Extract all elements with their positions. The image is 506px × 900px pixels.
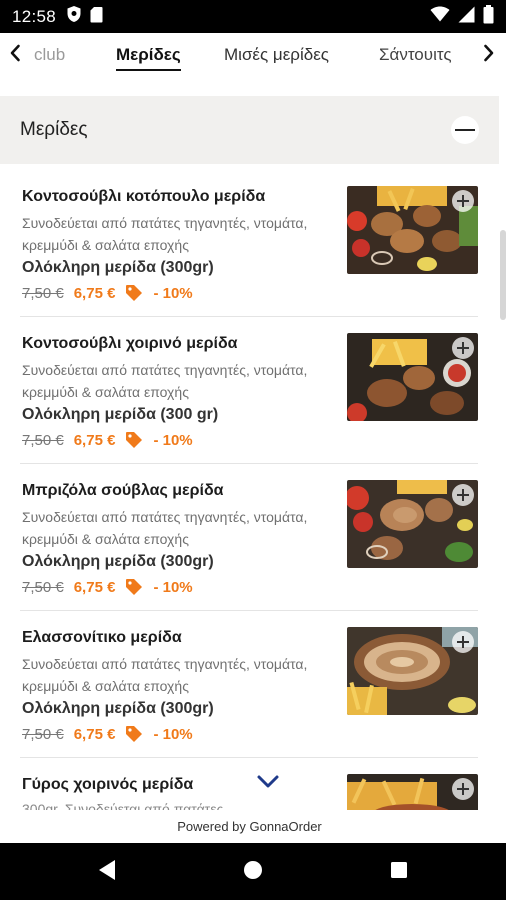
new-price: 6,75 € — [73, 431, 116, 449]
item-name: Κοντοσούβλι κοτόπουλο μερίδα — [22, 188, 266, 205]
old-price: 7,50 € — [22, 578, 64, 596]
powered-by-footer: Powered by GonnaOrder — [0, 815, 499, 841]
discount-tag-icon — [125, 725, 143, 743]
signal-icon — [458, 6, 475, 28]
item-portion: Ολόκληρη μερίδα (300gr) — [22, 700, 214, 717]
collapse-section-button[interactable] — [451, 116, 479, 144]
item-name: Κοντοσούβλι χοιρινό μερίδα — [22, 335, 238, 352]
item-name: Γύρος χοιρινός μερίδα — [22, 776, 194, 793]
menu-item[interactable]: Μπριζόλα σούβλας μερίδα Συνοδεύεται από … — [20, 464, 478, 611]
new-price: 6,75 € — [73, 284, 116, 302]
discount-percent: - 10% — [153, 725, 193, 743]
discount-percent: - 10% — [153, 578, 193, 596]
category-tabs: club Μερίδες Μισές μερίδες Σάντουιτς — [0, 33, 506, 77]
status-time: 12:58 — [12, 6, 57, 26]
add-to-cart-button[interactable] — [452, 778, 474, 800]
item-photo[interactable] — [347, 186, 478, 274]
item-description: Συνοδεύεται από πατάτες τηγανητές, ντομά… — [22, 656, 308, 694]
item-photo[interactable] — [347, 627, 478, 715]
menu-item[interactable]: Ελασσονίτικο μερίδα Συνοδεύεται από πατά… — [20, 611, 478, 758]
tabs-scroll-left-button[interactable] — [2, 41, 28, 69]
add-to-cart-button[interactable] — [452, 484, 474, 506]
menu-item[interactable]: Κοντοσούβλι χοιρινό μερίδα Συνοδεύεται α… — [20, 317, 478, 464]
item-photo[interactable] — [347, 774, 478, 810]
shield-icon — [66, 5, 82, 28]
discount-tag-icon — [125, 578, 143, 596]
sim-card-icon — [90, 6, 103, 28]
recents-icon — [390, 861, 408, 884]
home-button[interactable] — [238, 857, 268, 887]
price-row: 7,50 € 6,75 € - 10% — [22, 578, 193, 596]
discount-percent: - 10% — [153, 284, 193, 302]
navigation-bar — [0, 843, 506, 900]
discount-tag-icon — [125, 284, 143, 302]
item-name: Μπριζόλα σούβλας μερίδα — [22, 482, 224, 499]
menu-list: Κοντοσούβλι κοτόπουλο μερίδα Συνοδεύεται… — [0, 170, 499, 810]
old-price: 7,50 € — [22, 431, 64, 449]
new-price: 6,75 € — [73, 578, 116, 596]
item-photo[interactable] — [347, 480, 478, 568]
discount-percent: - 10% — [153, 431, 193, 449]
menu-item[interactable]: Κοντοσούβλι κοτόπουλο μερίδα Συνοδεύεται… — [20, 170, 478, 317]
back-button[interactable] — [92, 857, 122, 887]
tab-mises-merides[interactable]: Μισές μερίδες — [224, 45, 329, 65]
minus-icon — [455, 129, 475, 131]
section-header[interactable]: Μερίδες — [0, 96, 499, 164]
scrollbar[interactable] — [500, 230, 506, 320]
tab-club[interactable]: club — [34, 45, 65, 65]
discount-tag-icon — [125, 431, 143, 449]
item-name: Ελασσονίτικο μερίδα — [22, 629, 182, 646]
expand-more-button[interactable] — [256, 772, 280, 792]
home-icon — [243, 860, 263, 885]
tab-track: club Μερίδες Μισές μερίδες Σάντουιτς — [0, 33, 506, 77]
price-row: 7,50 € 6,75 € - 10% — [22, 725, 193, 743]
item-description: 300gr. Συνοδεύεται από πατάτες — [22, 801, 224, 810]
item-portion: Ολόκληρη μερίδα (300gr) — [22, 553, 214, 570]
chevron-left-icon — [9, 44, 21, 67]
recents-button[interactable] — [384, 857, 414, 887]
old-price: 7,50 € — [22, 284, 64, 302]
add-to-cart-button[interactable] — [452, 631, 474, 653]
tab-merides[interactable]: Μερίδες — [116, 45, 181, 71]
wifi-icon — [430, 6, 450, 27]
item-portion: Ολόκληρη μερίδα (300gr) — [22, 259, 214, 276]
status-bar: 12:58 — [0, 0, 506, 33]
add-to-cart-button[interactable] — [452, 337, 474, 359]
item-description: Συνοδεύεται από πατάτες τηγανητές, ντομά… — [22, 215, 308, 253]
section-title: Μερίδες — [20, 119, 88, 140]
chevron-right-icon — [483, 44, 495, 67]
add-to-cart-button[interactable] — [452, 190, 474, 212]
old-price: 7,50 € — [22, 725, 64, 743]
tabs-scroll-right-button[interactable] — [476, 41, 502, 69]
item-portion: Ολόκληρη μερίδα (300 gr) — [22, 406, 219, 423]
new-price: 6,75 € — [73, 725, 116, 743]
battery-icon — [483, 4, 494, 29]
price-row: 7,50 € 6,75 € - 10% — [22, 431, 193, 449]
item-description: Συνοδεύεται από πατάτες τηγανητές, ντομά… — [22, 509, 308, 547]
item-photo[interactable] — [347, 333, 478, 421]
menu-item[interactable]: Γύρος χοιρινός μερίδα 300gr. Συνοδεύεται… — [20, 758, 478, 810]
tab-santouits[interactable]: Σάντουιτς — [379, 45, 452, 65]
price-row: 7,50 € 6,75 € - 10% — [22, 284, 193, 302]
item-description: Συνοδεύεται από πατάτες τηγανητές, ντομά… — [22, 362, 308, 400]
back-icon — [97, 859, 117, 886]
